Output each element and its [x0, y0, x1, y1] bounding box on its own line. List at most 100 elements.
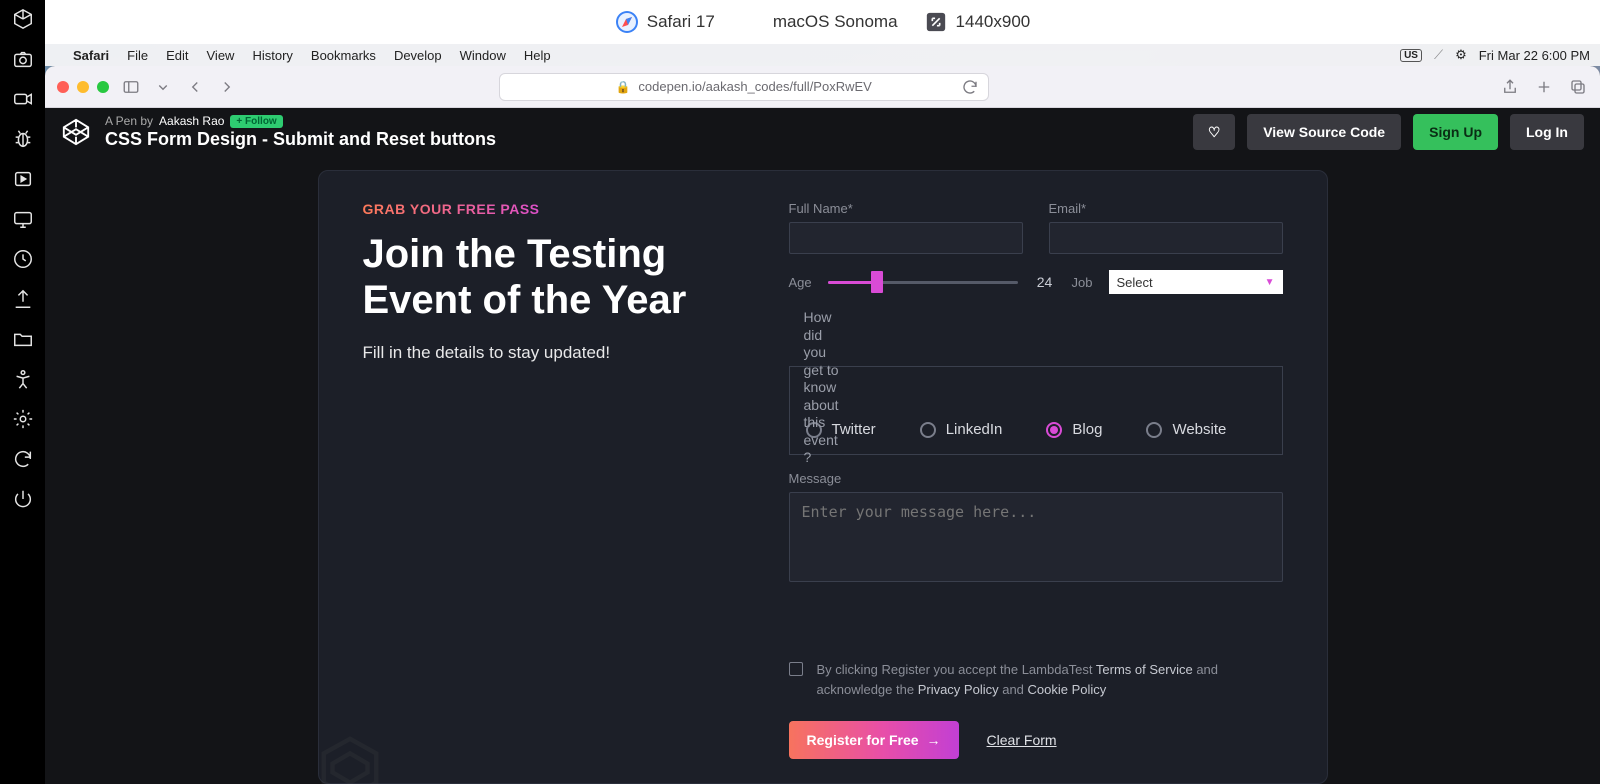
slider-thumb-icon[interactable]: [871, 271, 883, 293]
full-name-input[interactable]: [789, 222, 1023, 254]
login-button[interactable]: Log In: [1510, 114, 1584, 150]
cube-logo-icon[interactable]: [12, 8, 34, 30]
codepen-logo-icon[interactable]: [61, 117, 91, 147]
codepen-header: A Pen by Aakash Rao + Follow CSS Form De…: [45, 108, 1600, 156]
radio-linkedin[interactable]: LinkedIn: [920, 421, 1003, 438]
upload-icon[interactable]: [12, 288, 34, 310]
zoom-window-icon[interactable]: [97, 81, 109, 93]
age-value: 24: [1034, 274, 1056, 290]
nav-back-icon[interactable]: [185, 77, 205, 97]
bug-icon[interactable]: [12, 128, 34, 150]
job-select[interactable]: Select: [1109, 270, 1283, 294]
menubar-item-file[interactable]: File: [127, 48, 148, 63]
follow-button[interactable]: + Follow: [230, 115, 282, 129]
byline-prefix: A Pen by: [105, 115, 153, 129]
menubar-item-help[interactable]: Help: [524, 48, 551, 63]
pen-title: CSS Form Design - Submit and Reset butto…: [105, 129, 496, 150]
lock-icon: 🔒: [615, 80, 630, 94]
url-bar[interactable]: 🔒 codepen.io/aakash_codes/full/PoxRwEV: [499, 73, 989, 101]
email-label: Email*: [1049, 201, 1283, 216]
view-source-button[interactable]: View Source Code: [1247, 114, 1401, 150]
left-sidebar: [0, 0, 45, 784]
email-input[interactable]: [1049, 222, 1283, 254]
tabs-overview-icon[interactable]: [1568, 77, 1588, 97]
menubar-item-develop[interactable]: Develop: [394, 48, 442, 63]
message-label: Message: [789, 471, 1283, 486]
close-window-icon[interactable]: [57, 81, 69, 93]
consent-prefix: By clicking Register you accept the Lamb…: [817, 662, 1096, 677]
headline: Join the Testing Event of the Year: [363, 231, 753, 323]
reload-icon[interactable]: [960, 77, 980, 97]
menubar-item-window[interactable]: Window: [460, 48, 506, 63]
age-slider[interactable]: [828, 281, 1018, 284]
job-selected-value: Select: [1117, 275, 1153, 290]
play-rect-icon[interactable]: [12, 168, 34, 190]
signup-button[interactable]: Sign Up: [1413, 114, 1498, 150]
window-controls: [57, 81, 109, 93]
tos-link[interactable]: Terms of Service: [1096, 662, 1193, 677]
menubar-item-bookmarks[interactable]: Bookmarks: [311, 48, 376, 63]
sidebar-toggle-icon[interactable]: [121, 77, 141, 97]
consent-text: By clicking Register you accept the Lamb…: [817, 660, 1283, 699]
menubar-item-view[interactable]: View: [207, 48, 235, 63]
pen-viewport: GRAB YOUR FREE PASS Join the Testing Eve…: [45, 156, 1600, 784]
radio-website[interactable]: Website: [1146, 421, 1226, 438]
radio-website-label: Website: [1172, 421, 1226, 438]
power-icon[interactable]: [12, 488, 34, 510]
refresh-icon[interactable]: [12, 448, 34, 470]
accessibility-icon[interactable]: [12, 368, 34, 390]
menubar-clock: Fri Mar 22 6:00 PM: [1479, 48, 1590, 63]
url-text: codepen.io/aakash_codes/full/PoxRwEV: [638, 79, 871, 94]
folder-icon[interactable]: [12, 328, 34, 350]
safari-window: 🔒 codepen.io/aakash_codes/full/PoxRwEV: [45, 66, 1600, 784]
camera-icon[interactable]: [12, 48, 34, 70]
browser-label: Safari 17: [615, 10, 715, 34]
arrow-right-icon: →: [927, 732, 941, 748]
pen-author[interactable]: Aakash Rao: [159, 115, 224, 129]
chevron-down-icon[interactable]: [153, 77, 173, 97]
radio-icon: [1146, 422, 1162, 438]
monitor-icon[interactable]: [12, 208, 34, 230]
clear-form-link[interactable]: Clear Form: [987, 732, 1057, 748]
register-button[interactable]: Register for Free →: [789, 721, 959, 759]
cookie-link[interactable]: Cookie Policy: [1028, 682, 1107, 697]
consent-checkbox[interactable]: [789, 662, 803, 676]
heart-button[interactable]: ♡: [1193, 114, 1235, 150]
resolution-value: 1440x900: [956, 12, 1031, 32]
resolution-label: 1440x900: [924, 10, 1031, 34]
eyebrow-text: GRAB YOUR FREE PASS: [363, 201, 753, 217]
menubar-language[interactable]: US: [1400, 49, 1422, 62]
job-label: Job: [1072, 275, 1093, 290]
os-label: macOS Sonoma: [741, 10, 898, 34]
age-label: Age: [789, 275, 812, 290]
pen-byline: A Pen by Aakash Rao + Follow: [105, 115, 496, 129]
control-center-icon[interactable]: ⚙︎: [1455, 47, 1467, 63]
menubar-item-history[interactable]: History: [252, 48, 292, 63]
menubar-item-edit[interactable]: Edit: [166, 48, 188, 63]
minimize-window-icon[interactable]: [77, 81, 89, 93]
globe-clock-icon[interactable]: [12, 248, 34, 270]
wifi-off-icon[interactable]: ⟋: [1434, 47, 1443, 63]
privacy-link[interactable]: Privacy Policy: [918, 682, 999, 697]
resolution-icon: [924, 10, 948, 34]
safari-toolbar: 🔒 codepen.io/aakash_codes/full/PoxRwEV: [45, 66, 1600, 108]
consent-and: and: [999, 682, 1028, 697]
safari-compass-icon: [615, 10, 639, 34]
full-name-label: Full Name*: [789, 201, 1023, 216]
share-icon[interactable]: [1500, 77, 1520, 97]
radio-blog[interactable]: Blog: [1046, 421, 1102, 438]
environment-info-bar: Safari 17 macOS Sonoma 1440x900: [45, 0, 1600, 44]
new-tab-icon[interactable]: [1534, 77, 1554, 97]
browser-name: Safari 17: [647, 12, 715, 32]
register-label: Register for Free: [807, 732, 919, 748]
message-textarea[interactable]: [789, 492, 1283, 582]
menubar-app[interactable]: Safari: [73, 48, 109, 63]
settings-gear-icon[interactable]: [12, 408, 34, 430]
radio-linkedin-label: LinkedIn: [946, 421, 1003, 438]
video-icon[interactable]: [12, 88, 34, 110]
nav-forward-icon[interactable]: [217, 77, 237, 97]
radio-blog-label: Blog: [1072, 421, 1102, 438]
subheadline: Fill in the details to stay updated!: [363, 343, 753, 363]
referral-fieldset: How did you get to know about this event…: [789, 366, 1283, 455]
os-name: macOS Sonoma: [773, 12, 898, 32]
